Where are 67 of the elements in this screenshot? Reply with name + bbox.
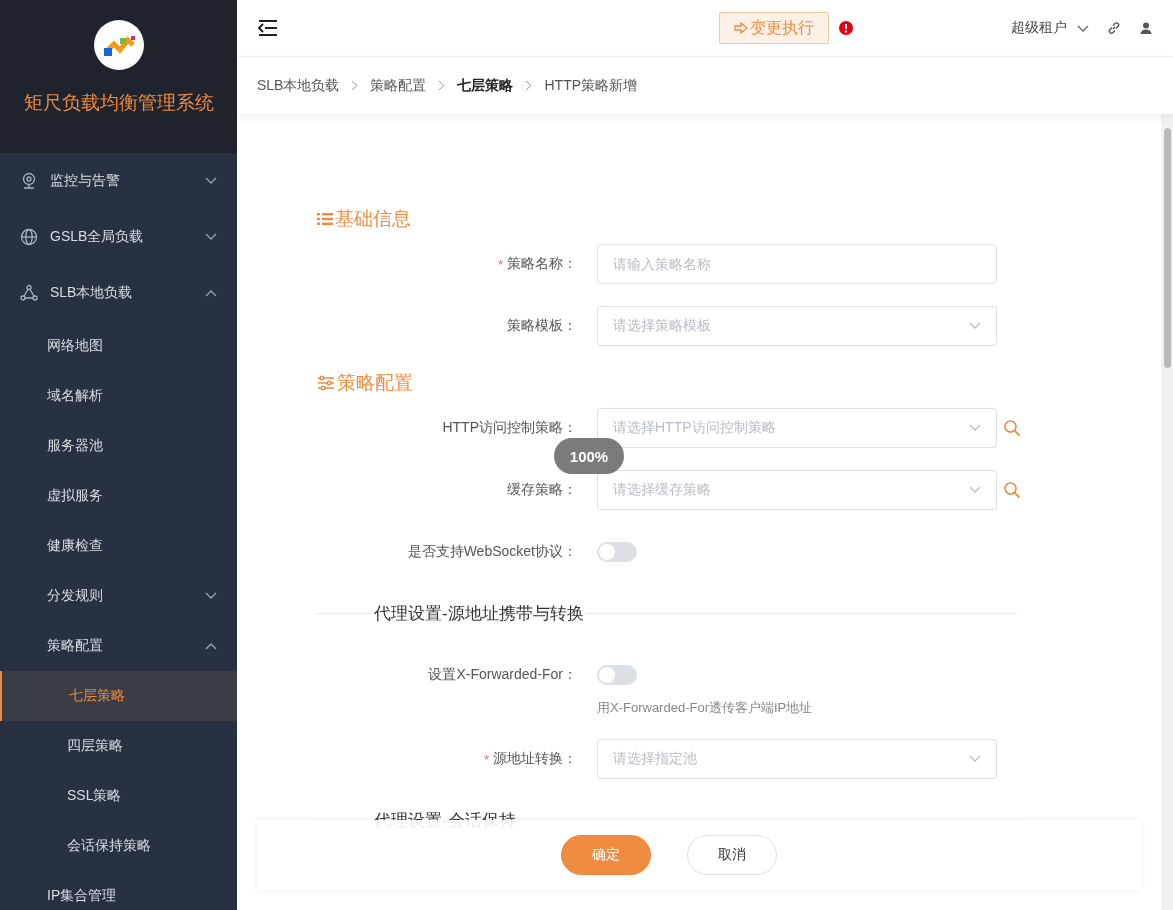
breadcrumb-link[interactable]: 七层策略 [457, 76, 514, 95]
menu-item[interactable]: SSL策略 [0, 771, 237, 821]
chevron-down-icon [969, 486, 981, 494]
chevron-down-icon [969, 424, 981, 432]
chevron-down-icon [205, 177, 217, 185]
field-label: 策略名称： [507, 255, 577, 273]
chevron-right-icon [351, 80, 359, 91]
chevron-down-icon [205, 233, 217, 241]
app-title: 矩尺负载均衡管理系统 [23, 91, 214, 115]
chevron-up-icon [205, 642, 217, 650]
menu-item[interactable]: 四层策略 [0, 721, 237, 771]
globe-icon [20, 228, 38, 246]
arrow-right-icon [734, 22, 748, 34]
chevron-down-icon [969, 755, 981, 763]
text-input[interactable]: 请输入策略名称 [597, 244, 997, 284]
menu-item[interactable]: IP集合管理 [0, 871, 237, 910]
required-asterisk: * [483, 751, 489, 767]
toggle-switch[interactable] [597, 542, 637, 562]
menu-item[interactable]: 策略配置 [0, 621, 237, 671]
menu-item[interactable]: SLB本地负载 [0, 265, 237, 321]
menu-item[interactable]: 会话保持策略 [0, 821, 237, 871]
menu-item[interactable]: 虚拟服务 [0, 471, 237, 521]
toggle-switch[interactable] [597, 665, 637, 685]
required-asterisk: * [497, 256, 503, 272]
menu-item[interactable]: 网络地图 [0, 321, 237, 371]
menu-item[interactable]: 服务器池 [0, 421, 237, 471]
hint-text: 用X-Forwarded-For透传客户端IP地址 [597, 699, 813, 717]
sliders-icon [317, 375, 335, 391]
user-icon[interactable] [1139, 21, 1153, 35]
chevron-up-icon [205, 289, 217, 297]
network-nodes-icon [20, 284, 38, 302]
chevron-down-icon [1077, 25, 1089, 33]
logo-icon [93, 20, 144, 70]
menu-item[interactable]: 域名解析 [0, 371, 237, 421]
webcam-icon [20, 172, 38, 190]
menu-collapse-icon[interactable] [257, 19, 279, 37]
scrollbar[interactable] [1161, 114, 1173, 910]
search-icon[interactable] [1003, 419, 1021, 437]
user-name[interactable]: 超级租户 [1011, 19, 1067, 37]
chevron-right-icon [438, 80, 446, 91]
section-title: 基础信息 [335, 207, 411, 231]
field-label: 缓存策略： [507, 481, 577, 499]
chevron-down-icon [205, 592, 217, 600]
section-divider-title: 代理设置-会话保持 [373, 810, 517, 832]
chevron-right-icon [525, 80, 533, 91]
section-divider-title: 代理设置-源地址携带与转换 [373, 603, 585, 625]
cancel-button[interactable]: 取消 [687, 835, 777, 875]
menu-item[interactable]: 七层策略 [0, 671, 237, 721]
breadcrumb-link[interactable]: 策略配置 [370, 76, 427, 95]
field-label: HTTP访问控制策略： [442, 419, 577, 437]
menu-item[interactable]: 监控与告警 [0, 153, 237, 209]
field-label: 源地址转换： [493, 750, 577, 768]
field-label: 设置X-Forwarded-For： [428, 666, 577, 684]
link-icon[interactable] [1107, 21, 1121, 35]
alert-icon[interactable] [839, 21, 853, 35]
menu-item[interactable]: 分发规则 [0, 571, 237, 621]
field-label: 策略模板： [507, 317, 577, 335]
breadcrumb-link[interactable]: SLB本地负载 [257, 76, 340, 95]
field-label: 是否支持WebSocket协议： [407, 543, 577, 561]
zoom-level-badge: 100% [554, 438, 624, 474]
chevron-down-icon [969, 322, 981, 330]
list-icon [317, 212, 333, 226]
menu-item[interactable]: 健康检查 [0, 521, 237, 571]
section-title: 策略配置 [337, 371, 413, 395]
menu-item[interactable]: GSLB全局负载 [0, 209, 237, 265]
search-icon[interactable] [1003, 481, 1021, 499]
breadcrumb-link[interactable]: HTTP策略新增 [544, 76, 638, 95]
